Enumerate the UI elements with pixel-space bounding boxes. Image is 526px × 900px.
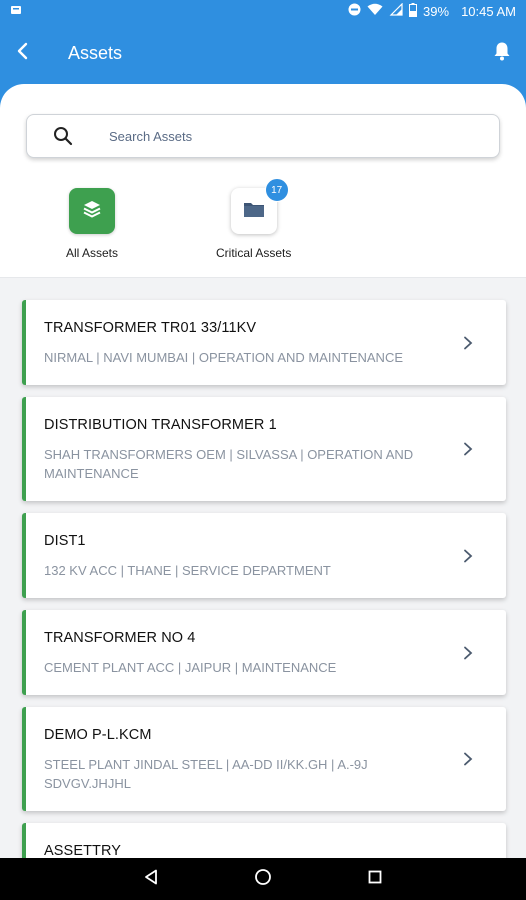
chevron-right-icon	[462, 752, 474, 766]
critical-assets-tile[interactable]: 17	[230, 178, 289, 234]
circle-home-icon	[254, 868, 272, 891]
asset-card[interactable]: TRANSFORMER NO 4 CEMENT PLANT ACC | JAIP…	[22, 610, 506, 695]
signal-icon	[389, 2, 403, 19]
battery-icon	[409, 2, 418, 20]
asset-card[interactable]: DISTRIBUTION TRANSFORMER 1 SHAH TRANSFOR…	[22, 397, 506, 501]
asset-name: ASSETTRY	[44, 843, 122, 859]
notification-icon	[10, 4, 22, 19]
asset-meta: NIRMAL | NAVI MUMBAI | OPERATION AND MAI…	[44, 350, 403, 365]
all-assets-label: All Assets	[66, 246, 119, 260]
bell-icon	[493, 41, 511, 66]
asset-name: TRANSFORMER NO 4	[44, 630, 196, 646]
nav-back-button[interactable]	[139, 867, 163, 891]
system-navigation-bar	[0, 858, 526, 900]
asset-card[interactable]: DIST1 132 KV ACC | THANE | SERVICE DEPAR…	[22, 513, 506, 598]
nav-home-button[interactable]	[251, 867, 275, 891]
layers-icon	[81, 198, 103, 225]
asset-card[interactable]: TRANSFORMER TR01 33/11KV NIRMAL | NAVI M…	[22, 300, 506, 385]
nav-recents-button[interactable]	[363, 867, 387, 891]
folder-icon	[243, 200, 265, 223]
critical-assets-label: Critical Assets	[216, 246, 292, 260]
do-not-disturb-icon	[348, 3, 361, 19]
asset-card[interactable]: DEMO P-L.KCM STEEL PLANT JINDAL STEEL | …	[22, 707, 506, 811]
asset-meta: SHAH TRANSFORMERS OEM | SILVASSA | OPERA…	[44, 447, 414, 481]
asset-name: TRANSFORMER TR01 33/11KV	[44, 320, 257, 336]
back-button[interactable]	[0, 31, 44, 75]
asset-list: TRANSFORMER TR01 33/11KV NIRMAL | NAVI M…	[22, 300, 506, 900]
chevron-right-icon	[462, 336, 474, 350]
triangle-back-icon	[144, 869, 158, 890]
search-input[interactable]	[109, 128, 449, 144]
search-bar[interactable]	[26, 114, 500, 158]
status-bar: 39% 10:45 AM	[0, 0, 526, 22]
chevron-right-icon	[462, 549, 474, 563]
chevron-right-icon	[462, 442, 474, 456]
asset-name: DISTRIBUTION TRANSFORMER 1	[44, 417, 277, 433]
critical-count-badge: 17	[264, 178, 289, 202]
all-assets-shortcut[interactable]: All Assets	[66, 188, 118, 260]
notifications-button[interactable]	[480, 31, 524, 75]
chevron-right-icon	[462, 646, 474, 660]
back-arrow-icon	[15, 42, 29, 65]
clock: 10:45 AM	[461, 3, 516, 19]
asset-name: DEMO P-L.KCM	[44, 727, 152, 743]
filter-panel: All Assets 17 Critical Assets	[0, 84, 526, 278]
asset-meta: 132 KV ACC | THANE | SERVICE DEPARTMENT	[44, 563, 331, 578]
search-icon	[53, 126, 73, 146]
asset-meta: CEMENT PLANT ACC | JAIPUR | MAINTENANCE	[44, 660, 337, 675]
page-title: Assets	[68, 42, 123, 63]
asset-meta: STEEL PLANT JINDAL STEEL | AA-DD II/KK.G…	[44, 757, 368, 791]
critical-assets-shortcut[interactable]: 17 Critical Assets	[216, 178, 292, 260]
app-bar: Assets	[0, 22, 526, 84]
battery-level: 39%	[423, 3, 450, 19]
wifi-icon	[367, 3, 383, 19]
square-recents-icon	[368, 870, 382, 889]
asset-name: DIST1	[44, 533, 86, 549]
all-assets-tile[interactable]	[69, 188, 116, 234]
